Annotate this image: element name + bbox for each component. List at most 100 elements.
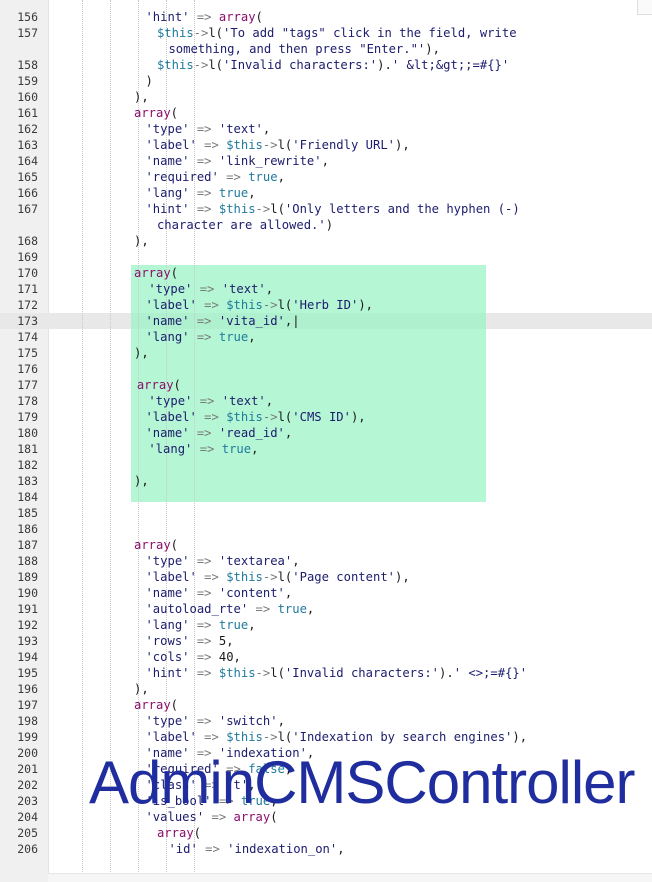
- code-text[interactable]: 'type' => 'switch',: [145, 713, 284, 729]
- code-text[interactable]: 'lang' => true,: [148, 441, 258, 457]
- code-line[interactable]: 167 'hint' => $this->l('Only letters and …: [0, 201, 652, 217]
- code-line[interactable]: 188 'type' => 'textarea',: [0, 553, 652, 569]
- indent-guide: [82, 0, 83, 882]
- code-line[interactable]: 195 'hint' => $this->l('Invalid character…: [0, 665, 652, 681]
- code-text[interactable]: array(: [157, 825, 201, 841]
- code-text[interactable]: array(: [134, 105, 178, 121]
- code-line[interactable]: 165 'required' => true,: [0, 169, 652, 185]
- token-str: 'name': [145, 426, 190, 440]
- code-text[interactable]: array(: [134, 537, 178, 553]
- code-text[interactable]: 'lang' => true,: [145, 617, 255, 633]
- code-line[interactable]: 187 array(: [0, 537, 652, 553]
- code-line[interactable]: 166 'lang' => true,: [0, 185, 652, 201]
- code-text[interactable]: 'lang' => true,: [145, 185, 255, 201]
- code-text[interactable]: 'type' => 'text',: [145, 121, 270, 137]
- code-text[interactable]: 'name' => 'read_id',: [145, 425, 292, 441]
- token-str: 'name': [145, 154, 190, 168]
- token-plain: ),: [133, 90, 149, 104]
- token-op: =>: [196, 730, 227, 744]
- code-text[interactable]: 'lang' => true,: [145, 329, 255, 345]
- code-line[interactable]: 160),: [0, 89, 652, 105]
- code-text[interactable]: 'hint' => $this->l('Invalid characters:'…: [145, 665, 527, 681]
- token-plain: ,: [321, 154, 329, 168]
- token-plain: l(: [277, 298, 293, 312]
- code-text[interactable]: 'required' => true,: [145, 169, 284, 185]
- code-line[interactable]: 190 'name' => 'content',: [0, 585, 652, 601]
- code-line[interactable]: 179 'label' => $this->l('CMS ID'),: [0, 409, 652, 425]
- code-text[interactable]: 'label' => $this->l('Friendly URL'),: [145, 137, 409, 153]
- code-text[interactable]: ),: [134, 233, 149, 249]
- code-text[interactable]: 'autoload_rte' => true,: [145, 601, 314, 617]
- code-line[interactable]: 164 'name' => 'link_rewrite',: [0, 153, 652, 169]
- code-line[interactable]: 157 $this->l('To add "tags" click in the …: [0, 25, 652, 41]
- code-line[interactable]: 158 $this->l('Invalid characters:').' &lt…: [0, 57, 652, 73]
- code-line[interactable]: 161 array(: [0, 105, 652, 121]
- code-text[interactable]: 'label' => $this->l('Page content'),: [145, 569, 409, 585]
- code-text[interactable]: ),: [134, 345, 149, 361]
- token-str: 'Invalid characters:': [284, 666, 440, 680]
- scrollbar-corner[interactable]: [637, 0, 652, 15]
- code-line[interactable]: 169: [0, 249, 652, 265]
- code-line[interactable]: 186: [0, 521, 652, 537]
- code-text[interactable]: 'label' => $this->l('Herb ID'),: [145, 297, 373, 313]
- code-line[interactable]: 185: [0, 505, 652, 521]
- code-text[interactable]: 'id' => 'indexation_on',: [168, 841, 344, 857]
- code-line[interactable]: 193 'rows' => 5,: [0, 633, 652, 649]
- code-text[interactable]: 'name' => 'content',: [145, 585, 292, 601]
- code-line[interactable]: 163 'label' => $this->l('Friendly URL'),: [0, 137, 652, 153]
- token-plain: ),: [133, 682, 149, 696]
- code-text[interactable]: ),: [134, 681, 149, 697]
- code-text[interactable]: array(: [134, 265, 178, 281]
- code-text[interactable]: 'type' => 'text',: [148, 393, 273, 409]
- code-text[interactable]: $this->l('Invalid characters:').' &lt;&g…: [157, 57, 509, 73]
- code-line[interactable]: 196),: [0, 681, 652, 697]
- code-text[interactable]: ): [145, 73, 152, 89]
- token-plain: ),: [133, 474, 149, 488]
- token-str: something, and then press "Enter."': [168, 42, 426, 56]
- code-text[interactable]: 'label' => $this->l('CMS ID'),: [145, 409, 365, 425]
- code-line[interactable]: 205 array(: [0, 825, 652, 841]
- code-text[interactable]: 'name' => 'link_rewrite',: [145, 153, 328, 169]
- line-number: 194: [17, 650, 38, 664]
- code-line[interactable]: 206 'id' => 'indexation_on',: [0, 841, 652, 857]
- code-line[interactable]: 189 'label' => $this->l('Page content'),: [0, 569, 652, 585]
- code-line[interactable]: 194 'cols' => 40,: [0, 649, 652, 665]
- token-str: 'switch': [218, 714, 278, 728]
- code-editor[interactable]: 156'hint' => array(157 $this->l('To add "…: [0, 0, 652, 882]
- code-text[interactable]: character are allowed.'): [157, 217, 333, 233]
- code-text[interactable]: $this->l('To add "tags" click in the fie…: [157, 25, 517, 41]
- code-line[interactable]: 156 'hint' => array(: [0, 9, 652, 25]
- line-number: 196: [17, 682, 38, 696]
- code-text[interactable]: 'rows' => 5,: [145, 633, 233, 649]
- code-text[interactable]: ),: [134, 473, 149, 489]
- code-line[interactable]: 159): [0, 73, 652, 89]
- code-line[interactable]: 191 'autoload_rte' => true,: [0, 601, 652, 617]
- code-text[interactable]: something, and then press "Enter."'),: [168, 41, 440, 57]
- code-line[interactable]: 168),: [0, 233, 652, 249]
- token-str: 'id': [168, 842, 198, 856]
- code-line[interactable]: character are allowed.'): [0, 217, 652, 233]
- token-op: ->: [262, 138, 278, 152]
- token-plain: ,: [251, 442, 259, 456]
- code-text[interactable]: ),: [134, 89, 149, 105]
- code-text[interactable]: 'label' => $this->l('Indexation by searc…: [145, 729, 527, 745]
- code-text[interactable]: 'type' => 'text',: [148, 281, 273, 297]
- code-line[interactable]: 192 'lang' => true,: [0, 617, 652, 633]
- token-str: 'text': [221, 282, 266, 296]
- code-line[interactable]: 162 'type' => 'text',: [0, 121, 652, 137]
- code-text[interactable]: array(: [137, 377, 181, 393]
- code-text[interactable]: 'hint' => array(: [145, 9, 262, 25]
- code-text[interactable]: array(: [134, 697, 178, 713]
- line-number: 176: [17, 362, 38, 376]
- token-op: =>: [189, 314, 219, 328]
- horizontal-scrollbar[interactable]: [48, 873, 652, 882]
- code-text[interactable]: 'cols' => 40,: [145, 649, 240, 665]
- code-line[interactable]: something, and then press "Enter."'),: [0, 41, 652, 57]
- code-text[interactable]: 'hint' => $this->l('Only letters and the…: [145, 201, 519, 217]
- code-line[interactable]: 199 'label' => $this->l('Indexation by se…: [0, 729, 652, 745]
- code-text[interactable]: 'type' => 'textarea',: [145, 553, 299, 569]
- code-text[interactable]: 'name' => 'vita_id',|: [145, 313, 299, 329]
- code-line[interactable]: 172 'label' => $this->l('Herb ID'),: [0, 297, 652, 313]
- code-line[interactable]: 197 array(: [0, 697, 652, 713]
- code-line[interactable]: 198 'type' => 'switch',: [0, 713, 652, 729]
